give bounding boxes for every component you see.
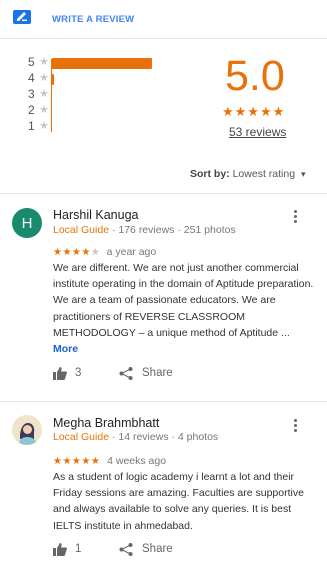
star-icon: ★ [39,88,49,100]
histogram-row-1: 1 ★ [28,119,168,133]
histogram-bar [52,74,54,85]
review-stars: ★★★★ [53,247,91,258]
write-review-icon[interactable] [13,10,31,26]
share-button[interactable]: Share [142,367,173,379]
review-time: 4 weeks ago [107,455,167,467]
histogram-row-4: 4 ★ [28,71,168,85]
sort-value: Lowest rating [232,168,296,180]
review-stars-empty: ★ [90,247,100,258]
reviewer-stats: · 176 reviews · 251 photos [109,224,236,236]
reviewer-meta: Local Guide · 14 reviews · 4 photos [53,431,218,443]
share-button[interactable]: Share [142,543,173,555]
star-icon: ★ [39,72,49,84]
local-guide-badge: Local Guide [53,431,110,443]
histogram-row-2: 2 ★ [28,103,168,117]
avatar-letter: H [21,214,33,232]
histogram-star-number: 1 [28,119,35,133]
reviewer-stats: · 14 reviews · 4 photos [109,431,219,443]
reviewer-name[interactable]: Megha Brahmbhatt [53,416,159,430]
share-icon[interactable] [119,543,133,556]
histogram-star-number: 5 [28,55,35,69]
write-review-bar[interactable]: WRITE A REVIEW [0,0,327,38]
thumbs-up-icon[interactable] [53,367,67,380]
more-link[interactable]: More [53,343,78,355]
chevron-down-icon: ▾ [300,169,306,179]
avatar[interactable]: H [12,208,42,238]
review-time: a year ago [106,246,157,258]
histogram-bar [52,58,152,69]
divider [0,38,327,39]
review-rating: ★★★★★ 4 weeks ago [53,455,166,467]
divider [0,193,327,194]
share-icon[interactable] [119,367,133,380]
star-icon: ★ [39,104,49,116]
review-text: As a student of logic academy i learnt a… [53,469,315,534]
review-body: We are different. We are not just anothe… [53,262,314,339]
reviews-count-link[interactable]: 53 reviews [229,125,286,139]
histogram-row-3: 3 ★ [28,87,168,101]
sort-dropdown[interactable]: Sort by: Lowest rating ▾ [190,168,306,180]
review-text: We are different. We are not just anothe… [53,260,315,357]
average-rating-stars: ★★★★★ [222,104,286,119]
review-body: As a student of logic academy i learnt a… [53,471,304,532]
write-review-link[interactable]: WRITE A REVIEW [52,14,134,25]
more-options-icon[interactable] [292,419,298,434]
local-guide-badge: Local Guide [53,224,110,236]
avatar[interactable] [12,415,42,445]
more-options-icon[interactable] [292,210,298,225]
sort-label: Sort by: [190,168,230,180]
review-rating: ★★★★★ a year ago [53,246,156,258]
avatar-illustration [12,415,42,445]
divider [0,401,327,402]
histogram-star-number: 2 [28,103,35,117]
histogram-row-5: 5 ★ [28,55,168,69]
like-count: 1 [75,543,82,555]
histogram-star-number: 3 [28,87,35,101]
like-count: 3 [75,367,82,379]
average-rating: 5.0 [225,52,285,100]
star-icon: ★ [39,120,49,132]
review-stars: ★★★★★ [53,456,101,467]
reviewer-meta: Local Guide · 176 reviews · 251 photos [53,224,236,236]
histogram-star-number: 4 [28,71,35,85]
thumbs-up-icon[interactable] [53,543,67,556]
reviewer-name[interactable]: Harshil Kanuga [53,208,138,222]
star-icon: ★ [39,56,49,68]
